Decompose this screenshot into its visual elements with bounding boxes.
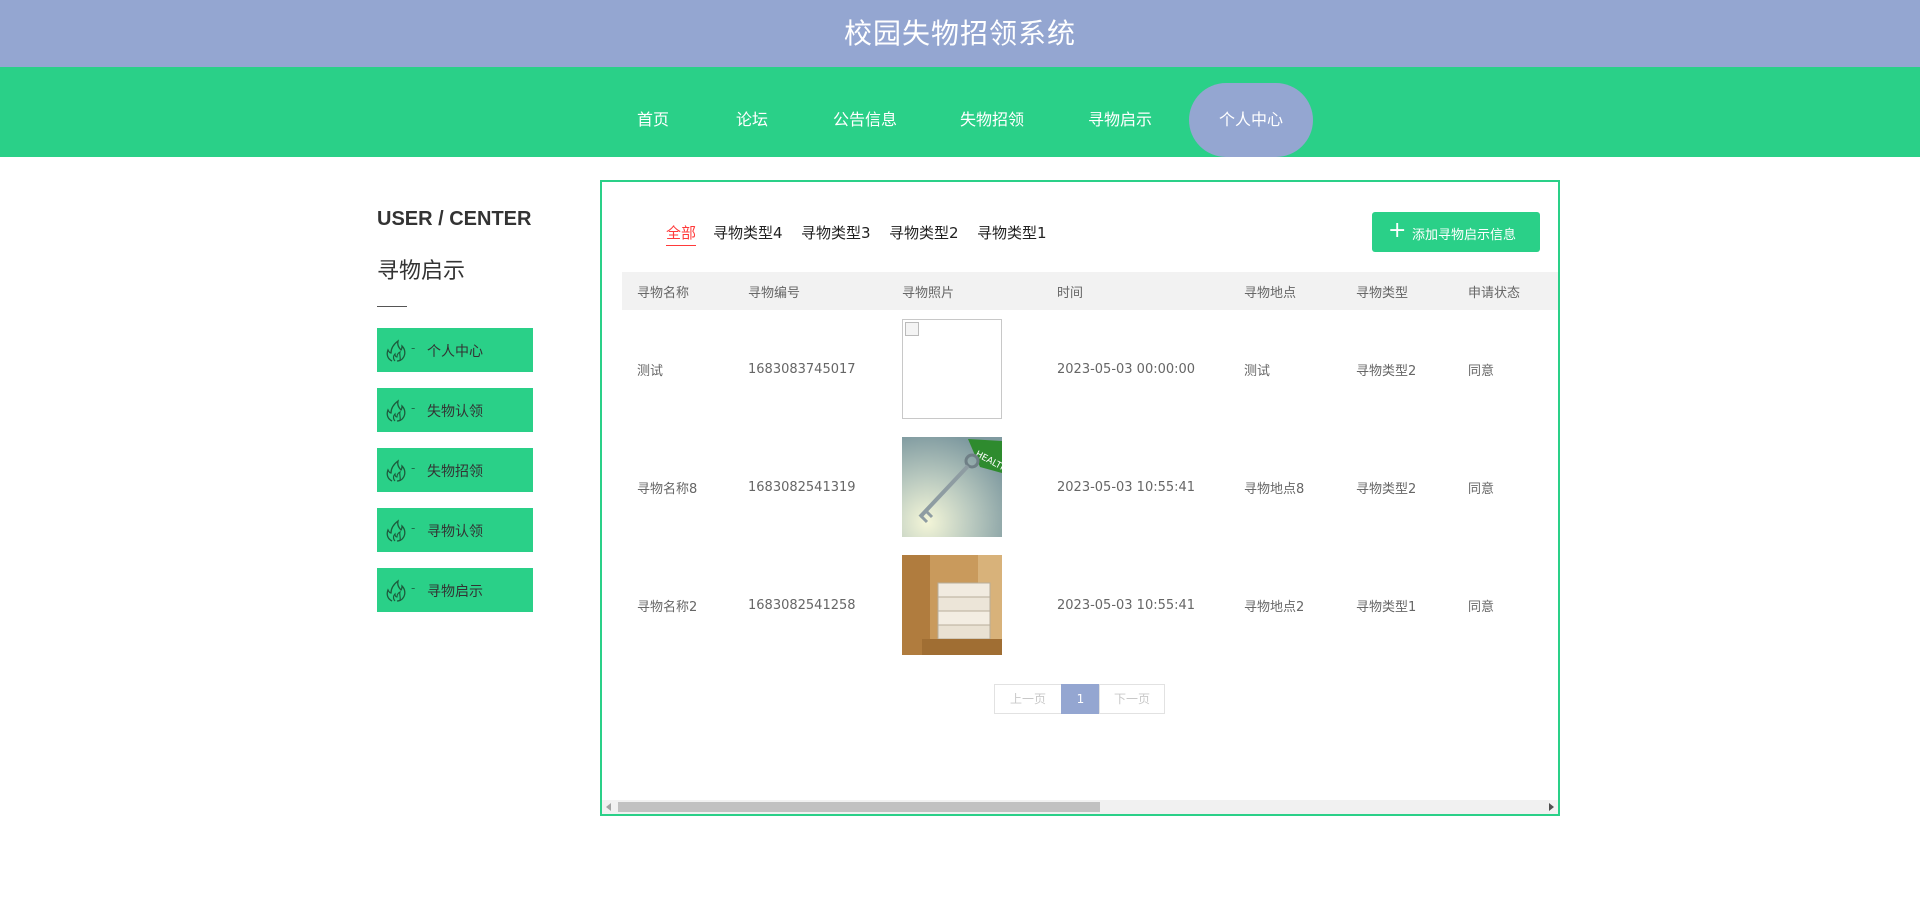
cell-photo	[887, 546, 1042, 664]
cell-code: 1683082541258	[748, 597, 856, 613]
sidebar-item-label: 失物认领	[427, 404, 483, 420]
cell-time: 2023-05-03 10:55:41	[1057, 597, 1196, 613]
cell-photo	[887, 310, 1042, 428]
sidebar-dash: -	[411, 401, 416, 415]
nav-announcements[interactable]: 公告信息	[822, 83, 908, 157]
scroll-right-icon[interactable]	[1549, 803, 1554, 811]
sidebar-heading-en: USER / CENTER	[377, 208, 532, 230]
sidebar-item-label: 失物招领	[427, 464, 483, 480]
sidebar-heading-cn: 寻物启示	[377, 259, 466, 284]
nav-lost-found[interactable]: 失物招领	[949, 83, 1035, 157]
sidebar-dash: -	[411, 581, 416, 595]
sidebar-item-lost-found[interactable]: - 失物招领	[377, 448, 533, 492]
tab-all[interactable]: 全部	[666, 222, 697, 246]
tab-type3[interactable]: 寻物类型3	[801, 222, 871, 243]
sidebar-item-label: 寻物认领	[427, 524, 483, 540]
horizontal-scrollbar[interactable]	[602, 800, 1558, 814]
tab-type1[interactable]: 寻物类型1	[977, 222, 1047, 243]
cell-code: 1683082541319	[748, 479, 856, 495]
cell-time: 2023-05-03 10:55:41	[1057, 479, 1196, 495]
scrollbar-thumb[interactable]	[618, 802, 1100, 812]
cell-status: 同意	[1468, 481, 1495, 497]
flame-icon	[386, 459, 406, 482]
cell-place: 寻物地点8	[1244, 481, 1305, 497]
cell-time: 2023-05-03 00:00:00	[1057, 361, 1196, 377]
sidebar-divider	[377, 306, 407, 307]
nav-search-notice[interactable]: 寻物启示	[1077, 83, 1163, 157]
sidebar-dash: -	[411, 521, 416, 535]
cell-status: 同意	[1468, 599, 1495, 615]
flame-icon	[386, 399, 406, 422]
broken-image-icon[interactable]	[902, 319, 1002, 419]
flame-icon	[386, 579, 406, 602]
table-header-row: 寻物名称 寻物编号 寻物照片 时间 寻物地点 寻物类型 申请状态	[622, 272, 1558, 310]
scroll-left-icon[interactable]	[606, 803, 611, 811]
current-page[interactable]: 1	[1061, 684, 1100, 714]
cell-type: 寻物类型2	[1356, 481, 1417, 497]
sidebar-item-label: 寻物启示	[427, 584, 483, 600]
col-header-place: 寻物地点	[1229, 272, 1341, 310]
cell-photo: HEALTH	[887, 428, 1042, 546]
sidebar-dash: -	[411, 341, 416, 355]
nav-home[interactable]: 首页	[620, 83, 686, 157]
next-page-button[interactable]: 下一页	[1099, 684, 1165, 714]
plus-icon: +	[1388, 218, 1407, 243]
flame-icon	[386, 519, 406, 542]
cell-status: 同意	[1468, 363, 1495, 379]
col-header-photo: 寻物照片	[887, 272, 1042, 310]
prev-page-button[interactable]: 上一页	[994, 684, 1062, 714]
table-row[interactable]: 寻物名称2 1683082541258 2023-05-03 10:55:41	[622, 546, 1558, 664]
nav-forum[interactable]: 论坛	[719, 83, 785, 157]
books-photo[interactable]	[902, 555, 1002, 655]
cell-name: 寻物名称2	[637, 599, 698, 615]
site-title: 校园失物招领系统	[843, 17, 1076, 50]
add-notice-button[interactable]: + 添加寻物启示信息	[1372, 212, 1540, 252]
sidebar-dash: -	[411, 461, 416, 475]
tab-type4[interactable]: 寻物类型4	[713, 222, 783, 243]
col-header-code: 寻物编号	[733, 272, 887, 310]
cell-place: 寻物地点2	[1244, 599, 1305, 615]
table-row[interactable]: 测试 1683083745017 2023-05-03 00:00:00 测试 …	[622, 310, 1558, 428]
col-header-status: 申请状态	[1453, 272, 1558, 310]
col-header-type: 寻物类型	[1341, 272, 1453, 310]
notice-table: 寻物名称 寻物编号 寻物照片 时间 寻物地点 寻物类型 申请状态 测试 1683…	[622, 272, 1558, 664]
nav-user-center[interactable]: 个人中心	[1189, 83, 1313, 157]
main-nav: 首页 论坛 公告信息 失物招领 寻物启示 个人中心	[0, 67, 1920, 157]
table-row[interactable]: 寻物名称8 1683082541319 HEALTH 2023-05-03 10…	[622, 428, 1558, 546]
cell-place: 测试	[1244, 363, 1271, 379]
cell-type: 寻物类型1	[1356, 599, 1417, 615]
add-notice-label: 添加寻物启示信息	[1412, 228, 1517, 243]
cell-code: 1683083745017	[748, 361, 856, 377]
flame-icon	[386, 339, 406, 362]
cell-name: 测试	[637, 363, 664, 379]
key-photo[interactable]: HEALTH	[902, 437, 1002, 537]
cell-name: 寻物名称8	[637, 481, 698, 497]
sidebar-item-search-notice[interactable]: - 寻物启示	[377, 568, 533, 612]
sidebar-item-lost-claim[interactable]: - 失物认领	[377, 388, 533, 432]
cell-type: 寻物类型2	[1356, 363, 1417, 379]
sidebar-item-label: 个人中心	[427, 344, 483, 360]
tab-type2[interactable]: 寻物类型2	[889, 222, 959, 243]
sidebar-item-user-center[interactable]: - 个人中心	[377, 328, 533, 372]
col-header-time: 时间	[1042, 272, 1229, 310]
content-panel: 全部 寻物类型4 寻物类型3 寻物类型2 寻物类型1 + 添加寻物启示信息 寻物…	[600, 180, 1560, 816]
col-header-name: 寻物名称	[622, 272, 733, 310]
site-header: 校园失物招领系统	[0, 0, 1920, 67]
sidebar-item-search-claim[interactable]: - 寻物认领	[377, 508, 533, 552]
